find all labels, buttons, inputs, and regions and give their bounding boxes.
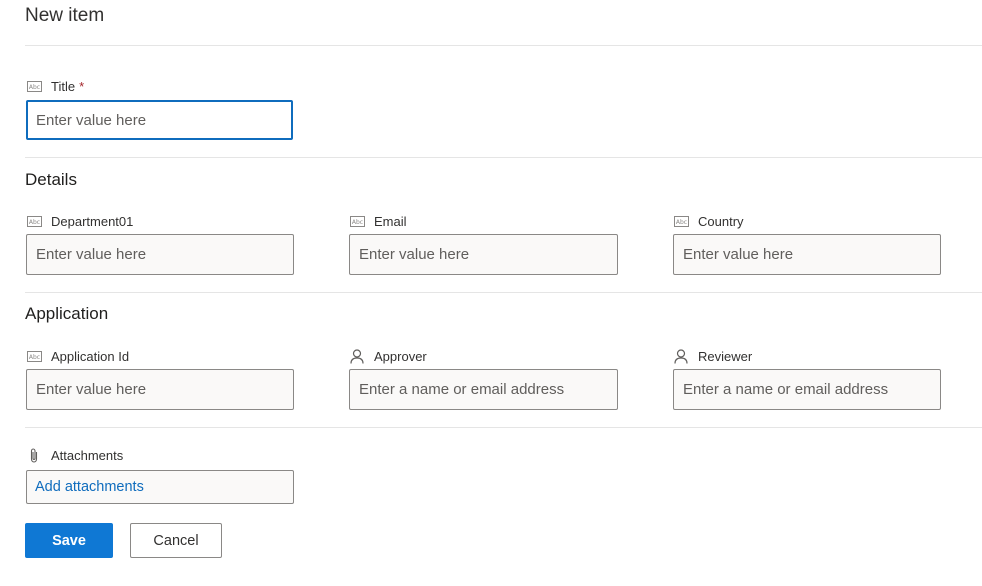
application-id-label-row: Abc Application Id [26,347,294,365]
country-label: Country [698,213,744,229]
section-title-application: Application [25,304,109,323]
attachments-label-row: Attachments [26,446,294,464]
add-attachments-button[interactable]: Add attachments [26,470,294,504]
svg-text:Abc: Abc [28,219,39,226]
approver-label: Approver [374,348,427,364]
paperclip-icon [26,447,42,463]
country-input[interactable] [673,234,941,275]
title-field: Abc Title * [26,77,293,140]
attachments-label: Attachments [51,447,124,463]
text-field-icon: Abc [26,79,42,93]
svg-text:Abc: Abc [675,219,686,226]
add-attachments-link[interactable]: Add attachments [35,479,144,495]
section-title-details: Details [25,170,77,189]
title-label-row: Abc Title * [26,77,293,95]
text-field-icon: Abc [673,214,689,228]
svg-text:Abc: Abc [351,219,362,226]
divider [25,45,982,46]
country-field: Abc Country [673,212,941,275]
title-input[interactable] [26,100,293,140]
department01-label: Department01 [51,213,134,229]
save-button[interactable]: Save [25,523,113,558]
text-field-icon: Abc [349,214,365,228]
required-mark: * [79,78,85,94]
country-label-row: Abc Country [673,212,941,230]
text-field-icon: Abc [26,214,42,228]
person-icon [349,348,365,364]
divider [25,427,982,428]
approver-field: Approver [349,347,618,410]
reviewer-label: Reviewer [698,348,753,364]
page-title: New item [25,5,105,26]
svg-text:Abc: Abc [28,354,39,361]
new-item-form: New item Abc Title * Details Abc Departm… [0,0,982,586]
approver-input[interactable] [349,369,618,410]
person-icon [673,348,689,364]
svg-text:Abc: Abc [28,84,39,91]
application-id-label: Application Id [51,348,130,364]
cancel-button[interactable]: Cancel [130,523,222,558]
email-label: Email [374,213,407,229]
email-field: Abc Email [349,212,618,275]
text-field-icon: Abc [26,349,42,363]
email-input[interactable] [349,234,618,275]
divider [25,292,982,293]
approver-label-row: Approver [349,347,618,365]
divider [25,157,982,158]
department01-field: Abc Department01 [26,212,294,275]
department01-label-row: Abc Department01 [26,212,294,230]
reviewer-field: Reviewer [673,347,941,410]
department01-input[interactable] [26,234,294,275]
title-label: Title [51,78,76,94]
email-label-row: Abc Email [349,212,618,230]
reviewer-label-row: Reviewer [673,347,941,365]
application-id-input[interactable] [26,369,294,410]
attachments-field: Attachments Add attachments [26,446,294,504]
application-id-field: Abc Application Id [26,347,294,410]
reviewer-input[interactable] [673,369,941,410]
